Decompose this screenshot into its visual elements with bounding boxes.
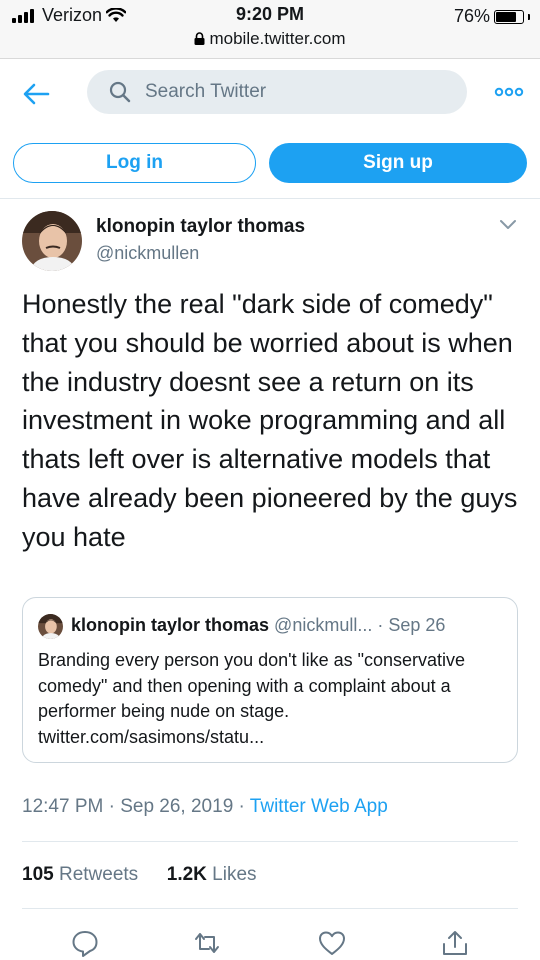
signup-button[interactable]: Sign up xyxy=(269,143,527,183)
back-arrow-icon[interactable] xyxy=(20,78,52,110)
quoted-avatar xyxy=(38,614,63,639)
likes-label[interactable]: Likes xyxy=(212,864,256,885)
author-name[interactable]: klonopin taylor thomas xyxy=(96,216,305,238)
divider xyxy=(22,908,518,909)
author-handle[interactable]: @nickmullen xyxy=(96,243,199,264)
tweet-timestamp: 12:47 PM · Sep 26, 2019 · xyxy=(22,796,250,817)
status-bar: Verizon 9:20 PM mobile.twitter.com 76% xyxy=(0,0,540,59)
quoted-text: Branding every person you don't like as … xyxy=(38,650,466,747)
share-icon[interactable] xyxy=(440,928,470,958)
search-input[interactable] xyxy=(143,80,427,104)
battery-percent: 76% xyxy=(453,6,490,26)
divider xyxy=(0,198,540,199)
reply-icon[interactable] xyxy=(70,928,100,958)
retweets-label[interactable]: Retweets xyxy=(59,864,138,885)
tweet-meta: 12:47 PM · Sep 26, 2019 · Twitter Web Ap… xyxy=(22,796,388,818)
heart-icon[interactable] xyxy=(317,928,347,958)
login-button[interactable]: Log in xyxy=(13,143,256,183)
search-bar[interactable] xyxy=(87,70,467,114)
avatar[interactable] xyxy=(22,211,82,271)
chevron-down-icon[interactable] xyxy=(499,219,517,231)
more-icon[interactable] xyxy=(494,82,524,102)
quoted-date: Sep 26 xyxy=(388,615,446,635)
url-text: mobile.twitter.com xyxy=(209,29,346,48)
likes-count[interactable]: 1.2K xyxy=(167,864,207,885)
tweet-text: Honestly the real "dark side of comedy" … xyxy=(22,289,518,552)
battery-nub xyxy=(528,13,530,20)
quoted-author-handle: @nickmull... xyxy=(274,615,373,635)
tweet-stats: 105 Retweets 1.2K Likes xyxy=(22,864,257,886)
tweet-source-link[interactable]: Twitter Web App xyxy=(250,796,388,817)
battery: 76% xyxy=(454,6,530,27)
search-icon xyxy=(109,81,131,103)
lock-icon xyxy=(194,32,205,45)
divider xyxy=(22,841,518,842)
retweets-count[interactable]: 105 xyxy=(22,864,54,885)
quoted-separator: · xyxy=(377,615,384,635)
address-bar[interactable]: mobile.twitter.com xyxy=(0,29,540,49)
battery-fill xyxy=(496,11,516,22)
quoted-author-name: klonopin taylor thomas xyxy=(71,615,270,635)
battery-icon xyxy=(494,9,524,24)
quoted-tweet[interactable]: klonopin taylor thomas @nickmull... · Se… xyxy=(22,597,518,763)
quoted-header: klonopin taylor thomas @nickmull... · Se… xyxy=(71,615,445,636)
retweet-icon[interactable] xyxy=(192,928,222,958)
